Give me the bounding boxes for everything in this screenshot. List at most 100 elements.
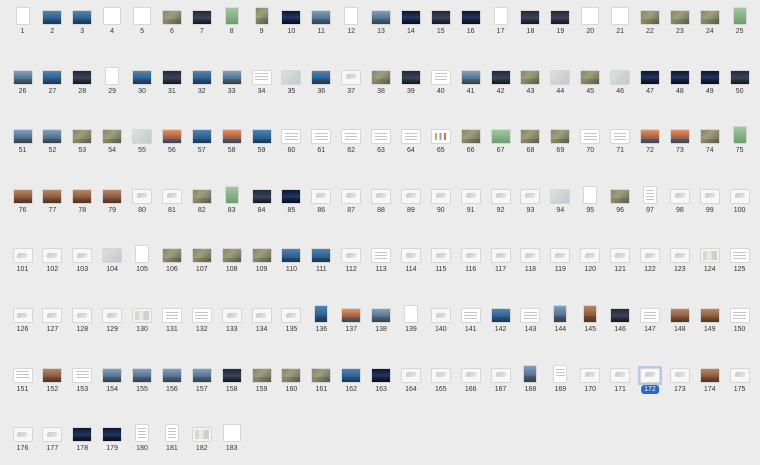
page-thumbnail-image[interactable] bbox=[551, 249, 570, 263]
page-thumbnail-image[interactable] bbox=[192, 428, 211, 442]
page-thumbnail-image[interactable] bbox=[282, 11, 301, 24]
page-thumbnail-image[interactable] bbox=[133, 70, 152, 84]
page-thumbnail-image[interactable] bbox=[670, 130, 689, 144]
page-thumbnail-image[interactable] bbox=[192, 309, 211, 322]
page-thumbnail[interactable]: 50 bbox=[718, 68, 760, 108]
page-thumbnail-image[interactable] bbox=[13, 189, 32, 203]
page-thumbnail[interactable]: 25 bbox=[718, 8, 760, 48]
page-thumbnail[interactable]: 75 bbox=[718, 127, 760, 167]
page-thumbnail[interactable]: 183 bbox=[210, 425, 254, 465]
page-thumbnail-image[interactable] bbox=[461, 368, 480, 382]
page-thumbnail-image[interactable] bbox=[524, 365, 537, 382]
page-thumbnail-image[interactable] bbox=[670, 249, 689, 263]
page-thumbnail-image[interactable] bbox=[312, 11, 331, 24]
page-thumbnail-image[interactable] bbox=[582, 8, 599, 24]
page-thumbnail-image[interactable] bbox=[730, 70, 749, 84]
page-thumbnail-image[interactable] bbox=[431, 70, 450, 84]
page-thumbnail-image[interactable] bbox=[700, 189, 719, 203]
page-thumbnail-image[interactable] bbox=[192, 368, 211, 382]
page-thumbnail-image[interactable] bbox=[13, 368, 32, 382]
page-thumbnail-image[interactable] bbox=[730, 309, 749, 322]
page-thumbnail-image[interactable] bbox=[670, 189, 689, 203]
page-thumbnail-image[interactable] bbox=[491, 70, 510, 84]
page-thumbnail-image[interactable] bbox=[162, 130, 181, 144]
page-thumbnail-image[interactable] bbox=[401, 130, 420, 144]
page-thumbnail-image[interactable] bbox=[43, 11, 62, 24]
page-thumbnail-image[interactable] bbox=[103, 368, 122, 382]
page-thumbnail-image[interactable] bbox=[103, 130, 122, 144]
page-thumbnail-image[interactable] bbox=[282, 189, 301, 203]
page-thumbnail-image[interactable] bbox=[491, 368, 510, 382]
page-thumbnail-image[interactable] bbox=[640, 249, 659, 263]
page-thumbnail-image[interactable] bbox=[401, 368, 420, 382]
page-thumbnail-image[interactable] bbox=[700, 130, 719, 144]
page-thumbnail-image[interactable] bbox=[401, 249, 420, 263]
page-thumbnail-image[interactable] bbox=[700, 309, 719, 322]
page-thumbnail-image[interactable] bbox=[733, 8, 746, 24]
page-thumbnail-image[interactable] bbox=[136, 425, 149, 442]
page-thumbnail-image[interactable] bbox=[730, 368, 749, 382]
page-thumbnail-image[interactable] bbox=[136, 246, 149, 263]
page-thumbnail-image[interactable] bbox=[551, 189, 570, 203]
page-thumbnail-image[interactable] bbox=[521, 11, 540, 24]
page-thumbnail-image[interactable] bbox=[700, 11, 719, 24]
page-thumbnail-image[interactable] bbox=[584, 186, 597, 203]
page-thumbnail-image[interactable] bbox=[584, 306, 597, 322]
page-thumbnail-image[interactable] bbox=[372, 309, 391, 322]
page-thumbnail-image[interactable] bbox=[252, 189, 271, 203]
page-thumbnail-image[interactable] bbox=[222, 368, 241, 382]
page-thumbnail-image[interactable] bbox=[255, 8, 268, 24]
page-thumbnail-image[interactable] bbox=[43, 249, 62, 263]
page-thumbnail-image[interactable] bbox=[13, 309, 32, 322]
page-thumbnail-image[interactable] bbox=[252, 249, 271, 263]
page-thumbnail-image[interactable] bbox=[491, 130, 510, 144]
page-thumbnail-image[interactable] bbox=[611, 249, 630, 263]
page-thumbnail-image[interactable] bbox=[13, 249, 32, 263]
page-thumbnail-image[interactable] bbox=[730, 249, 749, 263]
page-thumbnail-image[interactable] bbox=[640, 11, 659, 24]
page-thumbnail-image[interactable] bbox=[225, 186, 238, 203]
page-thumbnail-image[interactable] bbox=[162, 70, 181, 84]
page-thumbnail-image[interactable] bbox=[611, 70, 630, 84]
page-thumbnail-image[interactable] bbox=[165, 425, 178, 442]
page-thumbnail-image[interactable] bbox=[670, 309, 689, 322]
page-thumbnail-image[interactable] bbox=[222, 249, 241, 263]
page-thumbnail-image[interactable] bbox=[73, 368, 92, 382]
page-thumbnail-image[interactable] bbox=[162, 309, 181, 322]
page-thumbnail-image[interactable] bbox=[461, 130, 480, 144]
page-thumbnail-image[interactable] bbox=[521, 189, 540, 203]
page-thumbnail-image[interactable] bbox=[342, 368, 361, 382]
page-thumbnail-image[interactable] bbox=[345, 8, 358, 24]
page-thumbnail-image[interactable] bbox=[16, 8, 29, 24]
page-thumbnail[interactable]: 100 bbox=[718, 187, 760, 227]
page-thumbnail-image[interactable] bbox=[252, 368, 271, 382]
page-thumbnail-image[interactable] bbox=[225, 8, 238, 24]
page-thumbnail-image[interactable] bbox=[404, 306, 417, 322]
page-thumbnail-image[interactable] bbox=[282, 368, 301, 382]
page-thumbnail-image[interactable] bbox=[43, 309, 62, 322]
page-thumbnail-image[interactable] bbox=[431, 309, 450, 322]
page-thumbnail-image[interactable] bbox=[43, 428, 62, 442]
page-thumbnail-image[interactable] bbox=[551, 130, 570, 144]
page-thumbnail-image[interactable] bbox=[554, 306, 567, 322]
page-thumbnail-image[interactable] bbox=[372, 11, 391, 24]
page-thumbnail-image[interactable] bbox=[551, 70, 570, 84]
page-thumbnail-image[interactable] bbox=[282, 130, 301, 144]
page-thumbnail-image[interactable] bbox=[282, 70, 301, 84]
page-thumbnail-image[interactable] bbox=[461, 11, 480, 24]
page-thumbnail-image[interactable] bbox=[401, 70, 420, 84]
page-thumbnail-image[interactable] bbox=[611, 189, 630, 203]
page-thumbnail-image[interactable] bbox=[342, 130, 361, 144]
page-thumbnail-image[interactable] bbox=[73, 249, 92, 263]
page-thumbnail-image[interactable] bbox=[13, 130, 32, 144]
page-thumbnail-image[interactable] bbox=[521, 130, 540, 144]
page-thumbnail-image[interactable] bbox=[222, 130, 241, 144]
page-thumbnail-image[interactable] bbox=[554, 365, 567, 382]
page-thumbnail-image[interactable] bbox=[43, 189, 62, 203]
page-thumbnail-image[interactable] bbox=[431, 11, 450, 24]
page-thumbnail-image[interactable] bbox=[491, 309, 510, 322]
page-thumbnail-image[interactable] bbox=[637, 365, 662, 385]
page-thumbnail-image[interactable] bbox=[581, 368, 600, 382]
page-thumbnail-image[interactable] bbox=[612, 8, 629, 24]
page-thumbnail-image[interactable] bbox=[103, 428, 122, 442]
